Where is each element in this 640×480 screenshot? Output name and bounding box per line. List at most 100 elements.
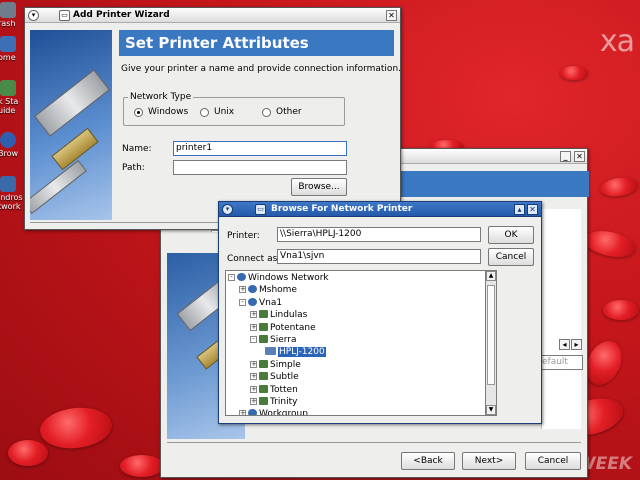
network-type-group: Network Type Windows Unix Other	[123, 92, 345, 126]
radio-windows-label[interactable]: Windows	[148, 107, 188, 117]
minimize-icon[interactable]: _	[560, 151, 571, 162]
tree-item[interactable]: + Lindulas	[250, 309, 307, 321]
scroll-down-icon[interactable]: ▼	[486, 405, 496, 415]
collapse-icon[interactable]: -	[250, 336, 257, 343]
desktop-icon-trash[interactable]: rash	[0, 2, 24, 28]
browse-button[interactable]: Browse...	[291, 178, 347, 196]
desktop-icon-label: rash	[0, 19, 16, 28]
window-menu-icon[interactable]: ▾	[28, 10, 39, 21]
tree-item-label: Sierra	[270, 335, 297, 345]
collapse-icon[interactable]: -	[239, 298, 246, 306]
default-field[interactable]: efault	[539, 355, 583, 370]
globe-icon	[0, 132, 16, 148]
connect-as-input[interactable]: Vna1\sjvn	[277, 249, 481, 264]
tree-item-label: Simple	[270, 359, 301, 370]
background-content-panel	[541, 209, 581, 429]
ok-button[interactable]: OK	[488, 226, 534, 244]
tree-item[interactable]: + Trinity	[250, 396, 297, 408]
computer-icon	[259, 335, 268, 343]
expand-icon[interactable]: +	[250, 311, 257, 319]
network-icon	[237, 273, 246, 281]
tree-item-label: Vna1	[259, 297, 283, 308]
network-icon	[0, 176, 16, 192]
network-type-label: Network Type	[128, 92, 194, 102]
scroll-up-icon[interactable]: ▲	[486, 271, 496, 281]
computer-icon	[259, 384, 268, 393]
add-printer-wizard-window: ▾ Add Printer Wizard ▭ ✕ Set Printer Att…	[24, 7, 402, 232]
radio-other-label[interactable]: Other	[276, 107, 302, 117]
tree-item[interactable]: - Vna1	[239, 297, 282, 309]
desktop-icon-label: indros twork	[0, 193, 23, 211]
printer-input[interactable]: \\Sierra\HPLJ-1200	[277, 227, 481, 242]
cancel-button[interactable]: Cancel	[488, 248, 534, 266]
tree-item[interactable]: + Totten	[250, 384, 298, 396]
red-cell-decoration	[8, 440, 48, 466]
path-input[interactable]	[173, 160, 347, 175]
radio-unix[interactable]	[200, 108, 209, 117]
tree-item-label: HPLJ-1200	[278, 347, 326, 358]
scroll-right-icon[interactable]: ▸	[571, 339, 582, 350]
desktop-icon-guide[interactable]: k Sta uide	[0, 80, 24, 115]
collapse-icon[interactable]: -	[228, 274, 235, 281]
tree-item-label: Totten	[270, 384, 298, 395]
name-input[interactable]: printer1	[173, 141, 347, 156]
tree-item[interactable]: HPLJ-1200	[261, 346, 326, 358]
desktop-icon-home[interactable]: ome	[0, 36, 24, 62]
tree-item[interactable]: + Workgroup	[239, 408, 308, 416]
expand-icon[interactable]: +	[250, 373, 257, 381]
book-icon	[0, 80, 16, 96]
printer-label: Printer:	[227, 231, 260, 241]
connect-as-label: Connect as:	[227, 254, 281, 264]
printer-cable-image	[30, 30, 112, 220]
lock-icon[interactable]: ▴	[514, 204, 525, 215]
expand-icon[interactable]: +	[239, 286, 246, 294]
tree-item[interactable]: + Simple	[250, 359, 301, 371]
cancel-button[interactable]: Cancel	[525, 452, 581, 470]
path-label: Path:	[122, 163, 145, 173]
tree-item[interactable]: - Sierra	[250, 334, 297, 346]
cable-graphic	[30, 159, 87, 215]
tree-item-label: Lindulas	[270, 310, 308, 321]
expand-icon[interactable]: +	[250, 323, 257, 331]
close-icon[interactable]: ✕	[386, 10, 397, 21]
desktop-icon-network[interactable]: indros twork	[0, 176, 24, 211]
expand-icon[interactable]: +	[250, 360, 257, 368]
close-icon[interactable]: ✕	[527, 204, 538, 215]
scroll-left-icon[interactable]: ◂	[559, 339, 570, 350]
computer-icon	[259, 322, 268, 331]
tree-item[interactable]: + Mshome	[239, 284, 297, 296]
tree-item[interactable]: + Potentane	[250, 322, 316, 334]
expand-icon[interactable]: +	[239, 410, 246, 415]
radio-windows[interactable]	[134, 108, 143, 117]
tree-item-label: Workgroup	[259, 409, 308, 416]
wizard-description: Give your printer a name and provide con…	[121, 64, 402, 74]
desktop-icon-browser[interactable]: Brow	[0, 132, 24, 158]
red-cell-decoration	[603, 300, 639, 320]
back-button[interactable]: <Back	[401, 452, 455, 470]
brand-mark: xa	[599, 24, 635, 59]
button-separator	[167, 442, 581, 443]
wizard-titlebar[interactable]: ▾ Add Printer Wizard ▭ ✕	[25, 8, 400, 23]
tree-item-label: Subtle	[270, 372, 299, 383]
radio-other[interactable]	[262, 108, 271, 117]
printer-title-icon: ▭	[59, 10, 70, 21]
tree-scrollbar[interactable]: ▲ ▼	[486, 270, 497, 416]
computer-icon	[259, 310, 268, 319]
expand-icon[interactable]: +	[250, 398, 257, 405]
tree-item[interactable]: + Subtle	[250, 371, 299, 383]
window-menu-icon[interactable]: ▾	[222, 204, 233, 215]
desktop-icon-label: k Sta uide	[0, 97, 19, 115]
close-icon[interactable]: ✕	[574, 151, 585, 162]
radio-unix-label[interactable]: Unix	[214, 107, 234, 117]
trash-icon	[0, 2, 16, 18]
browse-title: Browse For Network Printer	[271, 204, 413, 214]
browse-titlebar[interactable]: ▾ ▭ Browse For Network Printer ▴ ✕	[219, 202, 541, 217]
computer-icon	[259, 372, 268, 381]
expand-icon[interactable]: +	[250, 385, 257, 393]
network-icon	[248, 409, 257, 415]
tree-item[interactable]: - Windows Network	[228, 272, 329, 284]
scroll-thumb[interactable]	[487, 285, 495, 385]
network-tree[interactable]: - Windows Network + Mshome - Vna1 + Lindulas + Po…	[225, 270, 486, 416]
next-button[interactable]: Next>	[462, 452, 516, 470]
browse-network-printer-dialog: ▾ ▭ Browse For Network Printer ▴ ✕ Print…	[218, 201, 542, 424]
